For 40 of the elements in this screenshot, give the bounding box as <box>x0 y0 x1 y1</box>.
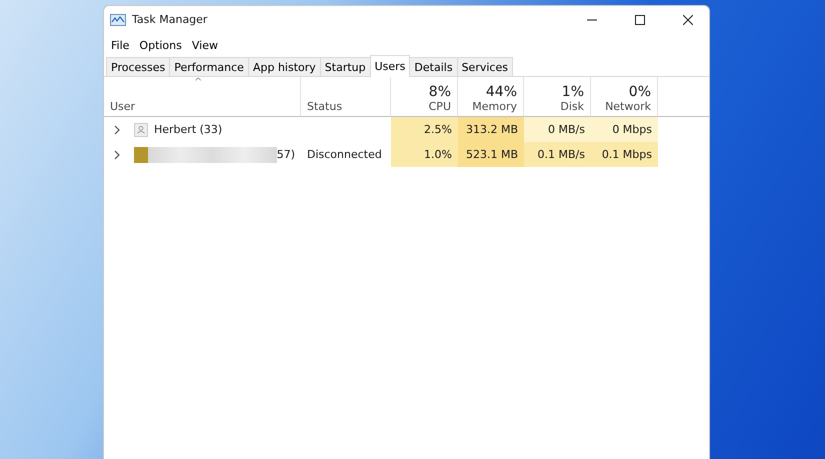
metric-cell: 0 Mbps <box>591 117 658 142</box>
status-text: Disconnected <box>307 148 382 161</box>
chevron-icon[interactable] <box>112 124 122 134</box>
menu-item[interactable]: File <box>106 38 134 52</box>
column-label: CPU <box>428 100 451 113</box>
tab[interactable]: Users <box>370 55 410 77</box>
column-total: 8% <box>428 84 451 100</box>
column-label: Disk <box>560 100 584 113</box>
column-label: Network <box>605 100 651 113</box>
menu-item[interactable]: Options <box>134 38 187 52</box>
column-total: 44% <box>486 84 517 100</box>
user-name: 57) <box>276 148 295 161</box>
user-name: Herbert (33) <box>154 123 222 136</box>
metric-cell: 523.1 MB <box>458 142 524 167</box>
tab[interactable]: Performance <box>169 57 249 76</box>
maximize-icon <box>635 14 645 24</box>
column-header[interactable]: Status <box>301 77 391 117</box>
tab[interactable]: Processes <box>106 57 170 76</box>
metric-cell: 313.2 MB <box>458 117 524 142</box>
metric-cell: 0 MB/s <box>524 117 591 142</box>
tab[interactable]: Details <box>409 57 458 76</box>
metric-cell: 2.5% <box>391 117 458 142</box>
tab[interactable]: Startup <box>320 57 371 76</box>
menu-item[interactable]: View <box>186 38 223 52</box>
tab[interactable]: App history <box>248 57 321 76</box>
column-label: User <box>110 100 136 113</box>
chart-icon <box>110 14 126 26</box>
column-label: Memory <box>472 100 517 113</box>
tab[interactable]: Services <box>456 57 513 76</box>
metric-cell: 0.1 MB/s <box>524 142 591 167</box>
column-label: Status <box>307 100 344 113</box>
column-header[interactable]: ^ User <box>104 77 301 117</box>
metric-cell: 1.0% <box>391 142 458 167</box>
column-total: 1% <box>562 84 584 100</box>
close-icon <box>683 14 693 24</box>
column-total: 0% <box>628 84 651 100</box>
sort-indicator: ^ <box>194 77 202 88</box>
window-title: Task Manager <box>132 13 208 26</box>
chevron-icon[interactable] <box>112 150 122 160</box>
metric-cell: 0.1 Mbps <box>591 142 658 167</box>
